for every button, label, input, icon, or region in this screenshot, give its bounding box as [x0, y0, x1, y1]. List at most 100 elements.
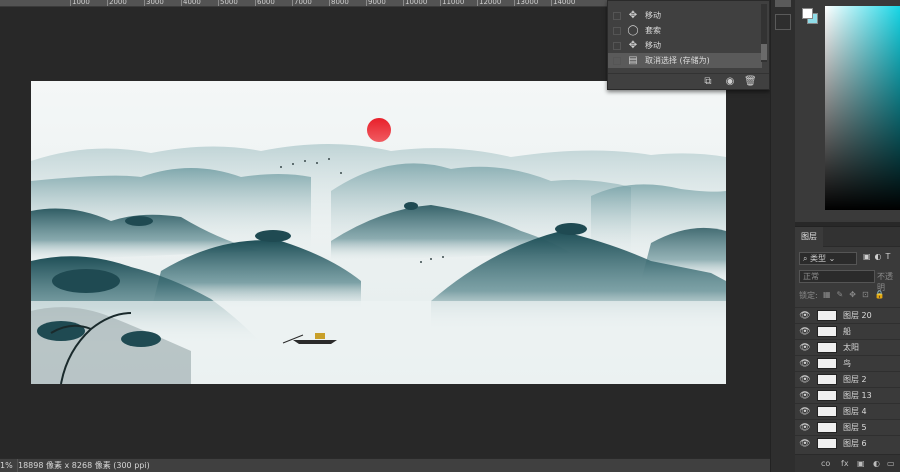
ruler-tick-label: 11000: [442, 0, 465, 6]
layer-name: 图层 20: [843, 311, 872, 320]
ruler-tick-line: [70, 0, 71, 6]
history-item[interactable]: ◯ 套索: [608, 23, 762, 38]
history-toolbar: ⧉ ◉ 🗑: [608, 73, 769, 89]
layer-filter-select[interactable]: ⌕ 类型 ⌄: [799, 252, 857, 265]
layer-thumbnail: [817, 326, 837, 337]
eye-icon[interactable]: 👁: [797, 327, 813, 337]
panel-collapse-button[interactable]: [775, 0, 791, 7]
history-checkbox[interactable]: [613, 56, 621, 65]
filter-icons[interactable]: ▣◐T: [863, 252, 894, 261]
layer-thumbnail: [817, 438, 837, 449]
layer-row[interactable]: 👁 图层 6: [795, 435, 900, 451]
document-canvas[interactable]: [31, 81, 726, 384]
ruler-tick-line: [255, 0, 256, 6]
eye-icon[interactable]: 👁: [797, 311, 813, 321]
layers-panel: 图层 ⌕ 类型 ⌄ ▣◐T 正常 不透明 锁定: ▦✎✥⊡🔒 👁 图层 20 👁…: [795, 226, 900, 472]
ruler-tick-label: 7000: [294, 0, 312, 6]
layer-name: 鸟: [843, 359, 851, 368]
tab-layers[interactable]: 图层: [795, 227, 823, 247]
history-item-label: 套索: [645, 26, 661, 35]
ruler-tick-label: 10000: [405, 0, 428, 6]
history-checkbox[interactable]: [613, 41, 621, 50]
ink-landscape-image: [31, 81, 726, 384]
layer-name: 图层 6: [843, 439, 867, 448]
zoom-level[interactable]: 1%: [0, 459, 18, 472]
folder-icon[interactable]: ▭: [887, 459, 895, 468]
eye-icon[interactable]: 👁: [797, 343, 813, 353]
layer-row[interactable]: 👁 太阳: [795, 339, 900, 355]
layer-thumbnail: [817, 374, 837, 385]
link-layers-icon[interactable]: co: [821, 459, 830, 468]
trash-icon[interactable]: 🗑: [744, 76, 757, 88]
history-panel: ✥ 移动 ◯ 套索 ✥ 移动 ▤ 取消选择 (存储为) ⧉ ◉ 🗑: [607, 0, 770, 90]
move-icon: ✥: [628, 10, 638, 21]
foreground-color-swatch[interactable]: [802, 8, 813, 19]
ruler-tick-label: 12000: [479, 0, 502, 6]
layers-tabbar: 图层: [795, 227, 900, 247]
eye-icon[interactable]: 👁: [797, 407, 813, 417]
ruler-tick-label: 13000: [516, 0, 539, 6]
color-panel-icon[interactable]: [775, 14, 791, 30]
history-scrollbar[interactable]: [761, 4, 767, 62]
history-item[interactable]: ✥ 移动: [608, 8, 762, 23]
ruler-tick-label: 9000: [368, 0, 386, 6]
eye-icon[interactable]: 👁: [797, 439, 813, 449]
layer-row[interactable]: 👁 船: [795, 323, 900, 339]
layer-row[interactable]: 👁 图层 5: [795, 419, 900, 435]
status-bar: 1% 18898 像素 x 8268 像素 (300 ppi): [0, 458, 770, 472]
layer-thumbnail: [817, 406, 837, 417]
eye-icon[interactable]: 👁: [797, 375, 813, 385]
layer-thumbnail: [817, 422, 837, 433]
layer-row[interactable]: 👁 图层 20: [795, 307, 900, 323]
history-checkbox[interactable]: [613, 11, 621, 20]
sun: [367, 118, 391, 142]
layer-thumbnail: [817, 310, 837, 321]
ruler-tick-line: [477, 0, 478, 6]
ruler-tick-label: 1000: [72, 0, 90, 6]
document-info[interactable]: 18898 像素 x 8268 像素 (300 ppi): [18, 459, 150, 472]
fx-icon[interactable]: fx: [841, 459, 849, 468]
lock-label: 锁定:: [799, 291, 818, 300]
layer-row[interactable]: 👁 图层 2: [795, 371, 900, 387]
eye-icon[interactable]: 👁: [797, 423, 813, 433]
scrollbar-thumb[interactable]: [761, 44, 767, 60]
color-spectrum[interactable]: [825, 6, 900, 210]
ruler-tick-line: [181, 0, 182, 6]
history-checkbox[interactable]: [613, 26, 621, 35]
layer-name: 图层 2: [843, 375, 867, 384]
history-item-label: 移动: [645, 11, 661, 20]
ruler-tick-line: [403, 0, 404, 6]
layer-name: 图层 13: [843, 391, 872, 400]
ruler-tick-line: [440, 0, 441, 6]
ruler-tick-line: [514, 0, 515, 6]
history-item-selected[interactable]: ▤ 取消选择 (存储为): [608, 53, 762, 68]
layer-name: 图层 4: [843, 407, 867, 416]
layer-row[interactable]: 👁 图层 4: [795, 403, 900, 419]
ruler-tick-line: [329, 0, 330, 6]
blend-mode-select[interactable]: 正常: [799, 270, 875, 283]
layer-thumbnail: [817, 390, 837, 401]
history-item-label: 移动: [645, 41, 661, 50]
layer-name: 太阳: [843, 343, 859, 352]
layer-name: 船: [843, 327, 851, 336]
history-item[interactable]: ✥ 移动: [608, 38, 762, 53]
eye-icon[interactable]: 👁: [797, 359, 813, 369]
mask-icon[interactable]: ▣: [857, 459, 865, 468]
eye-icon[interactable]: 👁: [797, 391, 813, 401]
ruler-tick-line: [218, 0, 219, 6]
ruler-tick-line: [107, 0, 108, 6]
ruler-tick-label: 6000: [257, 0, 275, 6]
lock-icons[interactable]: ▦✎✥⊡🔒: [823, 290, 891, 299]
panel-dock-column: [770, 0, 795, 472]
layer-name: 图层 5: [843, 423, 867, 432]
adjustment-icon[interactable]: ◐: [873, 459, 880, 468]
document-icon: ▤: [628, 55, 638, 66]
layer-thumbnail: [817, 358, 837, 369]
layer-row[interactable]: 👁 图层 13: [795, 387, 900, 403]
new-document-from-state-icon[interactable]: ⧉: [702, 76, 714, 88]
ruler-tick-line: [292, 0, 293, 6]
camera-icon[interactable]: ◉: [724, 76, 736, 88]
layer-row[interactable]: 👁 鸟: [795, 355, 900, 371]
filter-label: 类型: [810, 254, 827, 263]
color-panel: [795, 0, 900, 222]
